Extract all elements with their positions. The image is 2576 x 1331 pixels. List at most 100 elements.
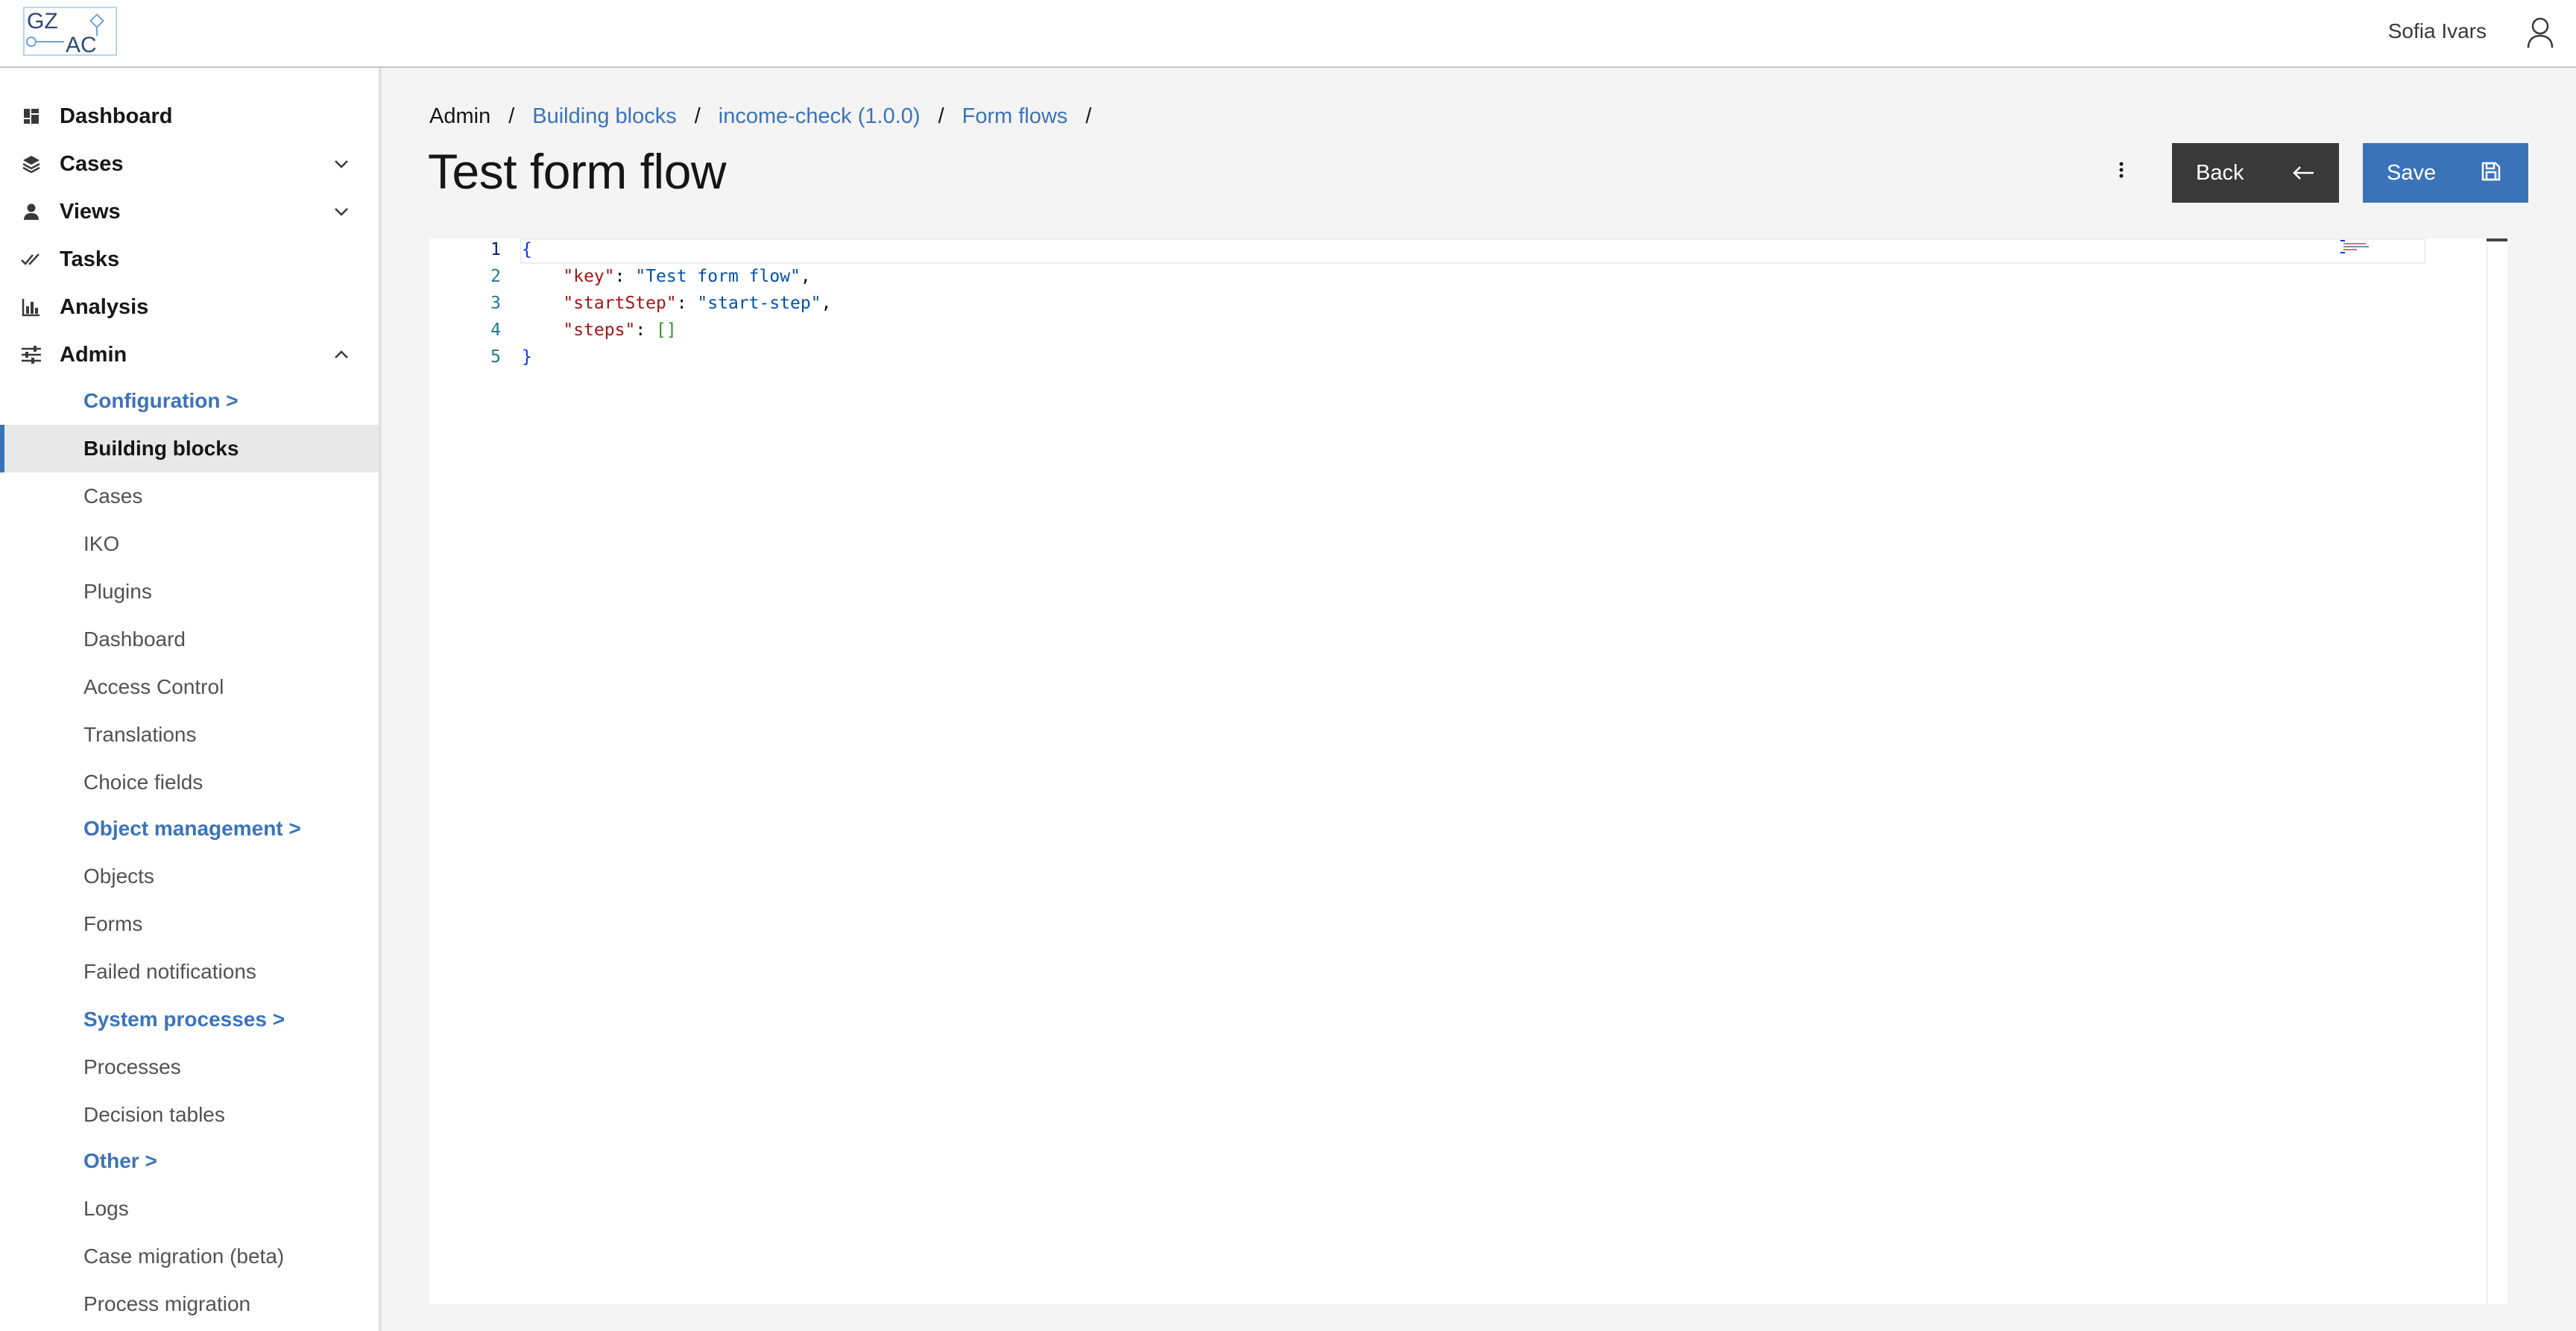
sidebar-item-dashboard-admin[interactable]: Dashboard [0, 616, 379, 663]
chevron-up-icon[interactable] [331, 344, 352, 365]
sidebar-item-logs[interactable]: Logs [0, 1185, 379, 1233]
line-number: 2 [490, 267, 501, 286]
sidebar-item-choice-fields[interactable]: Choice fields [0, 759, 379, 806]
code-line[interactable]: "steps": [] [522, 320, 676, 340]
breadcrumb-separator: / [938, 104, 944, 128]
sidebar-item-label: Decision tables [83, 1103, 225, 1126]
sidebar-item-label: Forms [83, 912, 143, 935]
sidebar-item-label: Choice fields [83, 771, 203, 794]
sidebar-group-object-management[interactable]: Object management > [0, 805, 379, 853]
sidebar-item-label: Objects [83, 864, 154, 888]
sidebar-item-tasks[interactable]: Tasks [0, 235, 379, 283]
sidebar-item-access-control[interactable]: Access Control [0, 663, 379, 711]
editor-minimap[interactable] [2339, 238, 2384, 253]
layers-icon [21, 154, 42, 174]
sidebar-item-label: Logs [83, 1197, 129, 1220]
sidebar-item-objects[interactable]: Objects [0, 853, 379, 900]
breadcrumb-separator: / [694, 104, 701, 128]
sidebar-item-label: Dashboard [83, 627, 186, 651]
app-header: GZ AC Sofia Ivars [0, 0, 2576, 68]
sidebar-group-label: Other > [83, 1149, 157, 1172]
sidebar-group-configuration[interactable]: Configuration > [0, 377, 379, 425]
save-button-label: Save [2387, 160, 2437, 185]
sidebar-item-label: Case migration (beta) [83, 1245, 285, 1268]
sidebar-item-label: Cases [60, 151, 124, 176]
svg-text:GZ: GZ [27, 9, 58, 34]
sidebar-item-translations[interactable]: Translations [0, 711, 379, 759]
chevron-down-icon[interactable] [331, 154, 352, 174]
back-button[interactable]: Back [2172, 143, 2339, 203]
code-line[interactable]: } [522, 347, 532, 367]
json-code-editor[interactable]: 1 2 3 4 5 { "key": "Test form flow", "st… [429, 238, 2507, 1304]
sidebar-item-cases-admin[interactable]: Cases [0, 472, 379, 520]
breadcrumb-separator: / [1085, 104, 1092, 128]
sidebar-item-cases[interactable]: Cases [0, 140, 379, 188]
breadcrumb-separator: / [508, 104, 515, 128]
sidebar-item-iko[interactable]: IKO [0, 520, 379, 568]
sidebar-item-label: Analysis [60, 294, 149, 319]
sidebar-item-dashboard[interactable]: Dashboard [0, 92, 379, 140]
code-line[interactable]: "startStep": "start-step", [522, 294, 831, 313]
sidebar-item-label: IKO [83, 532, 120, 555]
sidebar-group-label: Configuration > [83, 389, 239, 412]
sidebar-item-label: Failed notifications [83, 960, 256, 983]
scrollbar-cursor-marker [2487, 238, 2507, 241]
sidebar-group-other[interactable]: Other > [0, 1137, 379, 1185]
sidebar-item-case-migration[interactable]: Case migration (beta) [0, 1233, 379, 1280]
sidebar-group-label: System processes > [83, 1008, 285, 1031]
sidebar-group-label: Object management > [83, 817, 301, 840]
code-line[interactable]: "key": "Test form flow", [522, 267, 810, 286]
line-number: 1 [490, 240, 501, 259]
editor-scrollbar[interactable] [2487, 238, 2507, 1304]
settings-adjust-icon [21, 344, 42, 365]
sidebar-item-label: Processes [83, 1055, 181, 1078]
user-avatar-icon[interactable] [2525, 16, 2555, 49]
save-button[interactable]: Save [2363, 143, 2528, 203]
breadcrumb-income-check[interactable]: income-check (1.0.0) [719, 104, 921, 129]
overflow-menu-button[interactable] [2103, 154, 2139, 189]
back-button-label: Back [2196, 160, 2244, 185]
sidebar-item-label: Admin [60, 342, 127, 367]
bar-chart-icon [21, 297, 42, 317]
sidebar-item-label: Access Control [83, 675, 224, 698]
line-number: 3 [490, 294, 501, 313]
line-number: 4 [490, 320, 501, 340]
dashboard-icon [21, 106, 42, 127]
sidebar-item-label: Building blocks [83, 437, 239, 460]
line-number: 5 [490, 347, 501, 367]
sidebar-item-label: Dashboard [60, 104, 173, 128]
gzac-logo[interactable]: GZ AC [22, 6, 119, 58]
sidebar-item-analysis[interactable]: Analysis [0, 283, 379, 331]
breadcrumb-admin[interactable]: Admin [429, 104, 490, 129]
sidebar-item-plugins[interactable]: Plugins [0, 568, 379, 616]
page-title: Test form flow [428, 144, 727, 199]
sidebar-item-label: Process migration [83, 1292, 251, 1315]
svg-text:AC: AC [66, 33, 97, 57]
sidebar-item-processes[interactable]: Processes [0, 1043, 379, 1091]
sidebar-item-forms[interactable]: Forms [0, 900, 379, 948]
sidebar-item-label: Plugins [83, 580, 152, 603]
sidebar-item-building-blocks[interactable]: Building blocks [0, 425, 379, 472]
sidebar-item-label: Views [60, 199, 121, 224]
code-line[interactable]: { [522, 240, 532, 259]
overflow-menu-icon [2118, 161, 2124, 183]
current-line-highlight [520, 238, 2425, 264]
breadcrumb-form-flows[interactable]: Form flows [962, 104, 1068, 129]
user-name[interactable]: Sofia Ivars [2388, 19, 2487, 43]
sidebar-group-system-processes[interactable]: System processes > [0, 996, 379, 1043]
breadcrumb-building-blocks[interactable]: Building blocks [532, 104, 676, 129]
line-number-gutter: 1 2 3 4 5 [429, 238, 511, 1304]
sidebar-item-admin[interactable]: Admin [0, 331, 379, 379]
breadcrumb: Admin / Building blocks / income-check (… [429, 104, 1109, 129]
chevron-down-icon[interactable] [331, 201, 352, 222]
sidebar-item-label: Tasks [60, 247, 120, 271]
sidebar-item-label: Translations [83, 723, 197, 746]
sidebar-item-label: Cases [83, 484, 143, 508]
checkmarks-icon [21, 249, 42, 270]
sidebar-nav: Dashboard Cases Views Tasks Analysis Adm… [0, 68, 382, 1331]
sidebar-item-failed-notifications[interactable]: Failed notifications [0, 948, 379, 996]
sidebar-item-decision-tables[interactable]: Decision tables [0, 1091, 379, 1139]
sidebar-item-process-migration[interactable]: Process migration [0, 1280, 379, 1328]
arrow-left-icon [2291, 161, 2315, 185]
sidebar-item-views[interactable]: Views [0, 188, 379, 235]
